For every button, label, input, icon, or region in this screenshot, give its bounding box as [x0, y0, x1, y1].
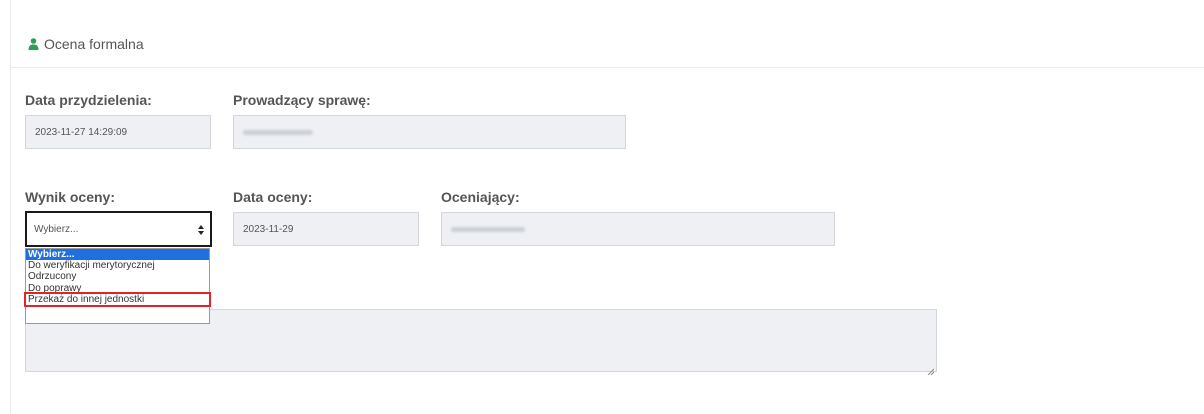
dropdown-option-substantive[interactable]: Do weryfikacji merytorycznej [26, 260, 209, 271]
handler-label: Prowadzący sprawę: [233, 92, 371, 108]
panel-header: Ocena formalna [11, 0, 1204, 68]
result-dropdown-list: Wybierz... Do weryfikacji merytorycznej … [24, 248, 211, 324]
dropdown-option-transfer[interactable]: Przekaż do innej jednostki [24, 291, 211, 307]
result-select[interactable]: Wybierz... [25, 211, 212, 247]
result-select-value: Wybierz... [34, 223, 79, 235]
result-label: Wynik oceny: [25, 189, 115, 205]
evaluator-value-redacted [451, 226, 525, 232]
evaluator-field [441, 212, 835, 246]
evaluation-date-value: 2023-11-29 [243, 223, 294, 235]
dropdown-option-correction[interactable]: Do poprawy [26, 283, 209, 294]
evaluation-date-field: 2023-11-29 [233, 212, 419, 246]
assignment-date-label: Data przydzielenia: [25, 92, 152, 108]
select-arrows-icon [197, 224, 205, 236]
dropdown-option-rejected[interactable]: Odrzucony [26, 271, 209, 282]
assignment-date-field: 2023-11-27 14:29:09 [25, 115, 211, 149]
panel-title: Ocena formalna [28, 36, 144, 52]
evaluation-date-label: Data oceny: [233, 189, 313, 205]
dropdown-option-select[interactable]: Wybierz... [26, 249, 209, 261]
assignment-date-value: 2023-11-27 14:29:09 [35, 126, 128, 138]
resize-grip-icon[interactable] [927, 362, 935, 376]
handler-field [233, 115, 626, 149]
user-icon [28, 38, 39, 50]
handler-value-redacted [243, 129, 313, 135]
panel-title-text: Ocena formalna [44, 36, 144, 52]
evaluator-label: Oceniający: [441, 189, 520, 205]
